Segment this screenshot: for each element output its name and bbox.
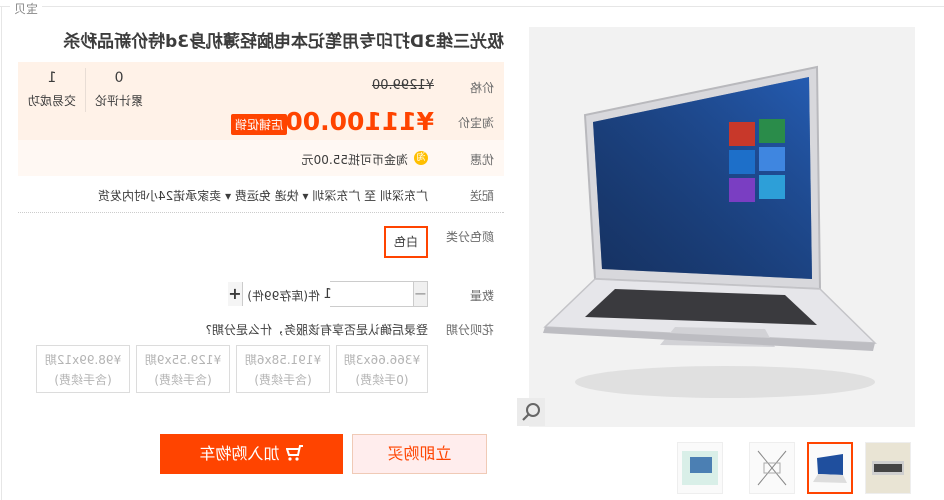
installment-fee: (含手续费) [54, 373, 112, 387]
laptop-image [543, 65, 877, 398]
price-label: 价格 [469, 81, 494, 95]
color-option-white[interactable]: 白色 [384, 226, 428, 258]
installment-fee: (0手续费) [355, 373, 409, 387]
magnifier-icon[interactable] [517, 398, 545, 426]
frame-divider-top [0, 6, 944, 7]
original-price: ¥1299.00 [371, 78, 434, 93]
stock-text: 件(库存99件) [247, 289, 320, 303]
installment-option-9[interactable]: ¥129.55x9期 (含手续费) [136, 345, 230, 393]
installment-fee: (含手续费) [254, 373, 312, 387]
product-detail-panel: 宝贝 极光三维3D打印专用笔记本电脑轻薄机身3d特价新品秒杀 价格 ¥1299.… [0, 0, 944, 500]
thumbnail-3[interactable] [749, 442, 795, 494]
promo-label: 优惠 [469, 153, 494, 167]
promo-price-label: 淘宝价 [457, 116, 494, 130]
installment-price: ¥191.58x6期 [244, 353, 322, 367]
quantity-plus-button[interactable]: + [228, 282, 242, 306]
promo-text: 淘金币可抵55.00元 [301, 153, 408, 167]
review-label[interactable]: 累计评论 [89, 92, 149, 109]
main-product-image[interactable] [529, 27, 915, 427]
shipping-label: 配送 [469, 189, 494, 203]
laptop-open-thumb [813, 454, 847, 483]
add-to-cart-label: 加入购物车 [199, 444, 280, 463]
frame-divider-left [1, 6, 2, 500]
product-title: 极光三维3D打印专用笔记本电脑轻薄机身3d特价新品秒杀 [63, 32, 504, 52]
laptop-keyboard-thumb [866, 443, 910, 493]
section-tag: 宝贝 [9, 0, 42, 17]
thumbnail-2[interactable] [807, 442, 853, 494]
sales-label: 交易成功 [28, 94, 77, 108]
add-to-cart-button[interactable]: 加入购物车 [160, 434, 343, 474]
laptop-diagram-thumb [757, 450, 787, 486]
promo-panel [18, 140, 504, 176]
installment-option-12[interactable]: ¥98.99x12期 (含手续费) [36, 345, 130, 393]
installment-fee: (含手续费) [154, 373, 212, 387]
coin-icon: 淘 [414, 151, 428, 165]
stats-divider [85, 68, 86, 112]
sales-count: 1 [47, 70, 57, 86]
installment-price: ¥98.99x12期 [44, 353, 122, 367]
laptop-box-thumb [682, 451, 718, 485]
thumbnail-4[interactable] [677, 442, 723, 494]
section-divider [18, 212, 504, 213]
current-price: ¥11100.00 [285, 107, 434, 136]
installment-note[interactable]: 登录后确认是否享有该服务，什么是分期? [206, 321, 428, 338]
installment-label: 花呗分期 [445, 323, 494, 337]
review-count: 0 [114, 70, 124, 86]
installment-option-6[interactable]: ¥191.58x6期 (含手续费) [236, 345, 330, 393]
installment-price: ¥366.66x3期 [343, 353, 421, 367]
thumbnail-1[interactable] [865, 442, 911, 494]
quantity-stepper: − + [228, 281, 428, 307]
quantity-label: 数量 [469, 289, 494, 303]
quantity-minus-button[interactable]: − [413, 282, 427, 306]
color-label: 颜色分类 [445, 230, 494, 244]
promo-badge[interactable]: 店铺促销 [230, 114, 287, 135]
shipping-text[interactable]: 广东深圳 至 广东深圳 ▾ 快递 免运费 ▾ 卖家承诺24小时内发货 [98, 187, 428, 204]
installment-price: ¥129.55x9期 [144, 353, 222, 367]
buy-now-button[interactable]: 立即购买 [352, 434, 487, 474]
cart-icon [285, 445, 303, 461]
installment-option-3[interactable]: ¥366.66x3期 (0手续费) [336, 345, 428, 393]
